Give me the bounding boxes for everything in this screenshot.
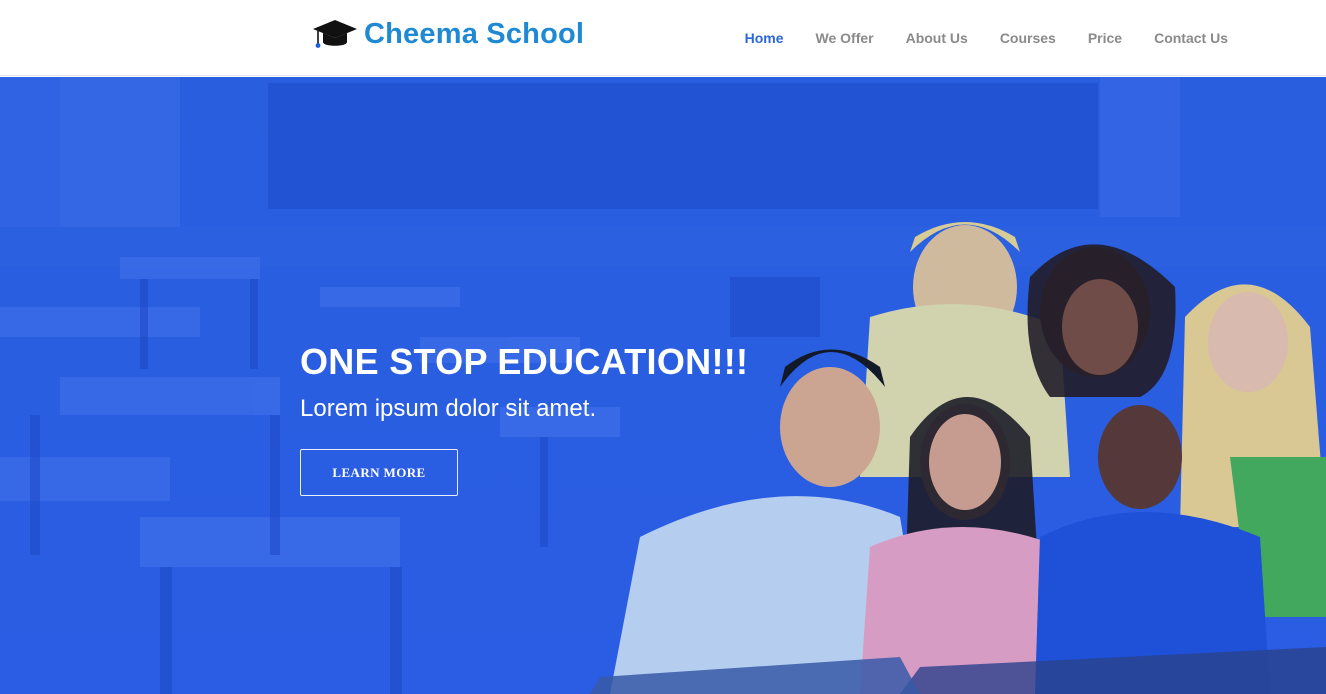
nav-courses[interactable]: Courses [1000,30,1056,46]
learn-more-button[interactable]: LEARN MORE [300,449,458,496]
hero-content: ONE STOP EDUCATION!!! Lorem ipsum dolor … [300,341,780,496]
brand-logo[interactable]: Cheema School [312,14,584,54]
nav-home[interactable]: Home [745,30,784,46]
nav-price[interactable]: Price [1088,30,1122,46]
hero-banner: ONE STOP EDUCATION!!! Lorem ipsum dolor … [0,77,1326,694]
nav-contact-us[interactable]: Contact Us [1154,30,1228,46]
hero-title: ONE STOP EDUCATION!!! [300,341,749,382]
graduation-cap-icon [313,20,357,48]
hero-subtitle: Lorem ipsum dolor sit amet. [300,395,597,422]
main-nav: Home We Offer About Us Courses Price Con… [745,0,1228,76]
top-navbar: Cheema School Home We Offer About Us Cou… [0,0,1326,76]
brand-name: Cheema School [364,17,585,50]
nav-we-offer[interactable]: We Offer [816,30,874,46]
nav-about-us[interactable]: About Us [906,30,968,46]
